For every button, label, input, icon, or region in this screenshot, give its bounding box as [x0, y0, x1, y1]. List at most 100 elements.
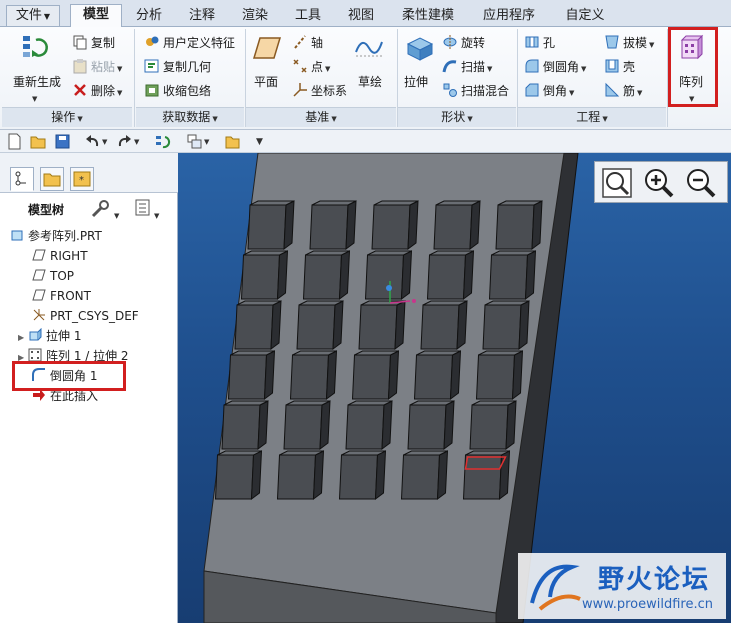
- tab-flexible-modeling[interactable]: 柔性建模: [390, 5, 466, 27]
- chevron-down-icon[interactable]: ▼: [202, 133, 212, 150]
- shapes-group-label[interactable]: 形状 ▼: [398, 107, 516, 127]
- refit-icon[interactable]: [601, 167, 633, 199]
- pattern-boss[interactable]: [400, 450, 449, 501]
- pattern-boss[interactable]: [309, 200, 357, 251]
- pattern-boss[interactable]: [426, 250, 475, 301]
- tree-item-csys[interactable]: PRT_CSYS_DEF: [32, 306, 139, 326]
- tab-model[interactable]: 模型: [70, 4, 122, 28]
- model-tree-tab[interactable]: [10, 167, 34, 191]
- datum-group-label[interactable]: 基准 ▼: [246, 107, 396, 127]
- regenerate-button[interactable]: 重新生成: [13, 74, 61, 90]
- pattern-boss[interactable]: [433, 200, 481, 251]
- tab-file[interactable]: 文件 ▼: [6, 5, 60, 27]
- tree-item-part[interactable]: 参考阵列.PRT: [10, 226, 102, 246]
- pattern-boss[interactable]: [296, 300, 344, 351]
- pattern-boss[interactable]: [221, 400, 269, 451]
- chevron-down-icon[interactable]: ▼: [100, 133, 110, 150]
- paste-button[interactable]: 粘贴 ▼: [72, 58, 122, 77]
- expand-arrow-icon[interactable]: ▶: [18, 328, 28, 348]
- tree-item-right[interactable]: RIGHT: [32, 246, 88, 266]
- tab-tools[interactable]: 工具: [282, 5, 334, 27]
- save-icon[interactable]: [54, 133, 71, 150]
- pattern-boss[interactable]: [345, 400, 393, 451]
- regenerate-small-icon[interactable]: [154, 133, 171, 150]
- copy-button[interactable]: 复制: [72, 34, 115, 51]
- pattern-boss[interactable]: [227, 350, 276, 401]
- zoom-out-icon[interactable]: [685, 167, 717, 199]
- extrude-button[interactable]: 拉伸: [404, 74, 428, 90]
- tree-settings-icon[interactable]: ▼: [90, 198, 119, 221]
- windows-icon[interactable]: [186, 133, 203, 150]
- close-window-icon[interactable]: [224, 133, 241, 150]
- pattern-boss[interactable]: [495, 200, 543, 251]
- pattern-boss[interactable]: [488, 250, 537, 301]
- rib-button[interactable]: 筋 ▼: [604, 82, 642, 101]
- pattern-boss[interactable]: [276, 450, 325, 501]
- chevron-down-icon[interactable]: ▼: [254, 133, 264, 150]
- pattern-boss[interactable]: [420, 300, 468, 351]
- round-label: 倒圆角: [543, 60, 580, 74]
- zoom-in-icon[interactable]: [643, 167, 675, 199]
- get-data-group-label[interactable]: 获取数据 ▼: [136, 107, 244, 127]
- show-filter-icon[interactable]: ▼: [134, 198, 159, 221]
- swept-blend-button[interactable]: 扫描混合: [442, 82, 509, 99]
- tab-render[interactable]: 渲染: [230, 5, 280, 27]
- draft-button[interactable]: 拔模 ▼: [604, 34, 654, 53]
- round-button[interactable]: 倒圆角 ▼: [524, 58, 586, 77]
- tree-item-front[interactable]: FRONT: [32, 286, 91, 306]
- pattern-boss[interactable]: [283, 400, 331, 451]
- pattern-boss[interactable]: [247, 200, 295, 251]
- pattern-boss[interactable]: [302, 250, 351, 301]
- tab-analysis[interactable]: 分析: [124, 5, 174, 27]
- undo-icon[interactable]: [84, 133, 101, 150]
- hole-button[interactable]: 孔: [524, 34, 555, 51]
- plane-button[interactable]: 平面: [254, 74, 278, 90]
- pattern-boss[interactable]: [413, 350, 462, 401]
- delete-button[interactable]: 删除 ▼: [72, 82, 122, 101]
- open-folder-icon[interactable]: [30, 133, 47, 150]
- pattern-boss[interactable]: [482, 300, 530, 351]
- engineering-group-label[interactable]: 工程 ▼: [518, 107, 666, 127]
- tab-view[interactable]: 视图: [336, 5, 386, 27]
- user-defined-feature-button[interactable]: 用户定义特征: [144, 34, 235, 51]
- pattern-boss[interactable]: [234, 300, 282, 351]
- chevron-down-icon[interactable]: ▼: [30, 89, 37, 107]
- pattern-boss[interactable]: [338, 450, 387, 501]
- tab-customize[interactable]: 自定义: [552, 5, 618, 27]
- tree-item-extrude-1[interactable]: ▶ 拉伸 1: [18, 326, 81, 346]
- favorites-tab[interactable]: *: [70, 167, 94, 191]
- sweep-button[interactable]: 扫描 ▼: [442, 58, 492, 77]
- copy-geometry-button[interactable]: 复制几何: [144, 58, 211, 75]
- redo-icon[interactable]: [116, 133, 133, 150]
- pattern-boss[interactable]: [371, 200, 419, 251]
- tab-applications[interactable]: 应用程序: [470, 5, 548, 27]
- graphics-viewport[interactable]: 野火论坛 www.proewildfire.cn: [178, 153, 731, 623]
- pattern-boss[interactable]: [475, 350, 524, 401]
- point-button[interactable]: 点 ▼: [292, 58, 330, 77]
- chevron-down-icon[interactable]: ▼: [132, 133, 142, 150]
- pattern-boss[interactable]: [289, 350, 338, 401]
- pattern-boss[interactable]: [469, 400, 517, 451]
- csys-button[interactable]: 坐标系: [292, 82, 347, 99]
- sketch-button[interactable]: 草绘: [358, 74, 382, 90]
- csys-icon: [292, 82, 308, 98]
- tab-annotate[interactable]: 注释: [176, 5, 228, 27]
- pattern-boss[interactable]: [214, 450, 263, 501]
- chamfer-button[interactable]: 倒角 ▼: [524, 82, 574, 101]
- pattern-boss[interactable]: [351, 350, 400, 401]
- revolve-button[interactable]: 旋转: [442, 34, 485, 51]
- new-file-icon[interactable]: [6, 133, 23, 150]
- pattern-boss[interactable]: [358, 300, 406, 351]
- pattern-boss[interactable]: [462, 450, 511, 501]
- tree-item-top[interactable]: TOP: [32, 266, 74, 286]
- tree-item-label: FRONT: [50, 289, 91, 303]
- folder-browser-tab[interactable]: [40, 167, 64, 191]
- pattern-boss[interactable]: [364, 250, 413, 301]
- shell-button[interactable]: 壳: [604, 58, 635, 75]
- operations-group-label[interactable]: 操作 ▼: [2, 107, 132, 127]
- axis-button[interactable]: 轴: [292, 34, 323, 51]
- pattern-boss[interactable]: [240, 250, 289, 301]
- pattern-boss[interactable]: [407, 400, 455, 451]
- shrinkwrap-button[interactable]: 收缩包络: [144, 82, 211, 99]
- watermark-title: 野火论坛: [598, 565, 711, 595]
